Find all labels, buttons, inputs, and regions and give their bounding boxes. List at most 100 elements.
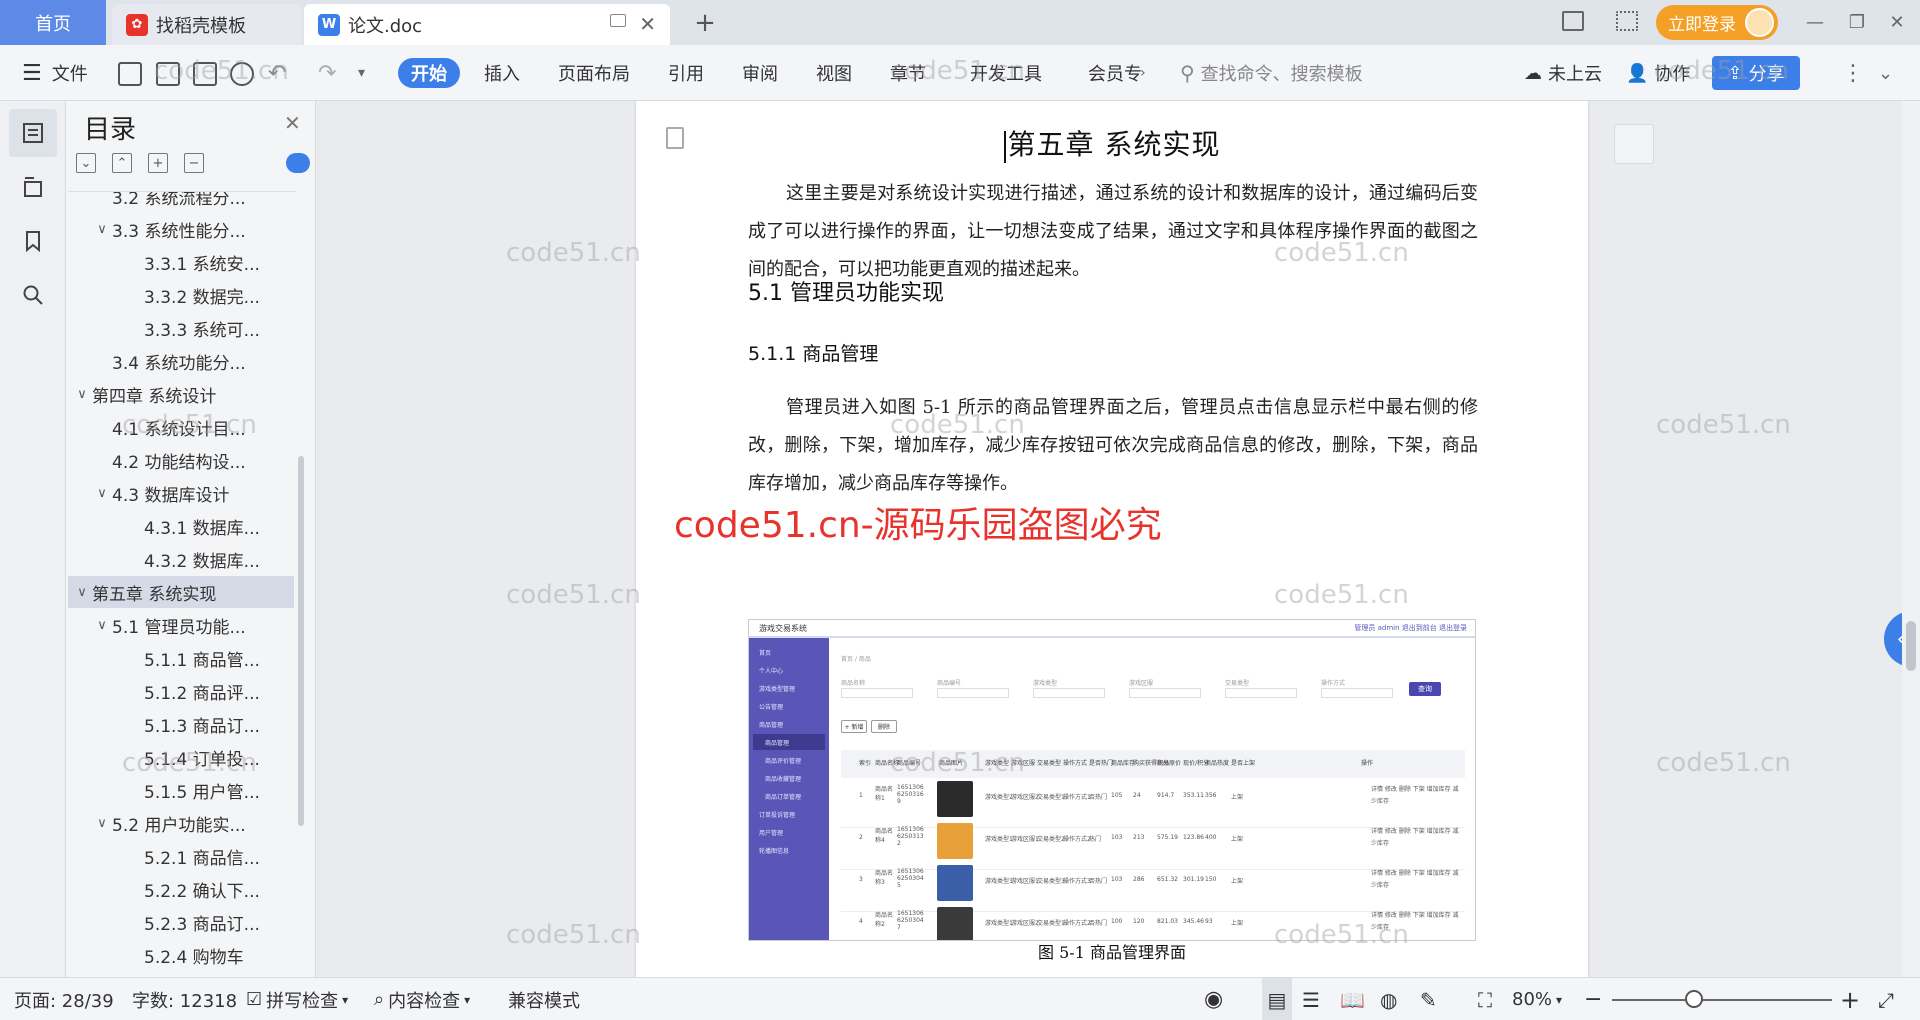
toc-item[interactable]: ∨ 5.2 用户功能实...: [68, 807, 294, 839]
collapse-ribbon-icon[interactable]: ⌄: [1878, 45, 1893, 101]
apps-grid-icon[interactable]: [1616, 11, 1638, 31]
toc-item[interactable]: ∨ 第五章 系统实现: [68, 576, 294, 608]
minimize-button[interactable]: —: [1800, 8, 1830, 36]
collapse-all-icon[interactable]: ⌃: [112, 153, 132, 173]
toc-item[interactable]: 5.2.2 确认下...: [68, 873, 294, 905]
layout-icon[interactable]: [1562, 11, 1584, 31]
page-view-icon[interactable]: ▤: [1262, 978, 1292, 1020]
remove-heading-icon[interactable]: −: [184, 153, 204, 173]
toc-item[interactable]: 3.3.3 系统可...: [68, 312, 294, 344]
figure-menu-item: 个人中心: [759, 667, 784, 675]
toc-item[interactable]: ∨ 第四章 系统设计: [68, 378, 294, 410]
close-window-button[interactable]: ✕: [1882, 8, 1912, 36]
save-icon[interactable]: [118, 62, 142, 86]
toc-panel-button[interactable]: [9, 109, 57, 157]
spell-check-button[interactable]: ☑ 拼写检查 ▾: [246, 978, 348, 1020]
zoom-slider-knob[interactable]: [1685, 990, 1703, 1008]
close-tab-icon[interactable]: ✕: [639, 12, 656, 36]
eye-protection-icon[interactable]: ◉: [1204, 978, 1223, 1020]
chevron-down-icon[interactable]: ∨: [72, 387, 92, 402]
fullscreen-icon[interactable]: ⤢: [1878, 978, 1894, 1020]
toc-item[interactable]: 5.1.3 商品订...: [68, 708, 294, 740]
toc-item[interactable]: 3.3.2 数据完...: [68, 279, 294, 311]
zoom-in-icon[interactable]: +: [1840, 978, 1860, 1020]
document-scrollbar[interactable]: [1902, 101, 1920, 977]
cloud-status-button[interactable]: ☁ 未上云: [1524, 45, 1602, 101]
menu-page-layout[interactable]: 页面布局: [558, 45, 630, 101]
menu-view[interactable]: 视图: [816, 45, 852, 101]
undo-icon[interactable]: ↶: [268, 45, 286, 101]
chevron-down-icon[interactable]: ∨: [92, 618, 112, 633]
menu-developer[interactable]: 开发工具: [970, 45, 1042, 101]
fit-page-icon[interactable]: ⛶: [1478, 978, 1492, 1020]
toc-item[interactable]: 3.4 系统功能分...: [68, 345, 294, 377]
toc-scrollbar[interactable]: [298, 456, 304, 826]
toc-sync-icon[interactable]: [286, 153, 310, 173]
toc-item[interactable]: 4.1 系统设计目...: [68, 411, 294, 443]
page-indicator[interactable]: 页面: 28/39: [14, 978, 114, 1020]
zoom-level-dropdown[interactable]: 80% ▾: [1512, 978, 1562, 1020]
toc-item[interactable]: 5.2.4 购物车: [68, 939, 294, 971]
share-button[interactable]: ⇪ 分享: [1712, 56, 1800, 90]
chevron-down-icon[interactable]: ∨: [92, 816, 112, 831]
toc-item[interactable]: 5.1.2 商品评...: [68, 675, 294, 707]
collab-button[interactable]: 👤 协作: [1626, 45, 1690, 101]
comment-panel-icon[interactable]: [1614, 124, 1654, 164]
more-options-icon[interactable]: ⋮: [1842, 45, 1864, 101]
print-icon[interactable]: [193, 62, 217, 86]
tab-daoke-templates[interactable]: ✿ 找稻壳模板: [112, 4, 302, 45]
side-panel-toggle[interactable]: ‹: [1884, 611, 1902, 667]
web-view-icon[interactable]: ◍: [1380, 978, 1397, 1020]
pen-icon[interactable]: ✎: [1420, 978, 1437, 1020]
menu-chapter[interactable]: 章节: [890, 45, 926, 101]
outline-view-icon[interactable]: ☰: [1302, 978, 1320, 1020]
menu-review[interactable]: 审阅: [742, 45, 778, 101]
toc-item[interactable]: ∨ 3.3 系统性能分...: [68, 213, 294, 245]
redo-icon[interactable]: ↷: [318, 45, 336, 101]
export-icon[interactable]: [156, 62, 180, 86]
add-heading-icon[interactable]: +: [148, 153, 168, 173]
menu-member[interactable]: 会员专: [1088, 45, 1142, 101]
expand-all-icon[interactable]: ⌄: [76, 153, 96, 173]
reading-view-icon[interactable]: 📖: [1340, 978, 1365, 1020]
tab-home[interactable]: 首页: [0, 0, 106, 45]
command-search[interactable]: ⚲ 查找命令、搜索模板: [1180, 59, 1363, 87]
zoom-slider-track[interactable]: [1612, 999, 1832, 1001]
toc-item[interactable]: 5.1.1 商品管...: [68, 642, 294, 674]
restore-button[interactable]: ❐: [1842, 8, 1872, 36]
chapter-nav-button[interactable]: [9, 163, 57, 211]
zoom-out-icon[interactable]: −: [1584, 978, 1602, 1020]
content-check-button[interactable]: ⌕ 内容检查 ▾: [374, 978, 470, 1020]
bookmark-button[interactable]: [9, 217, 57, 265]
toc-item[interactable]: 3.3.1 系统安...: [68, 246, 294, 278]
tab-document[interactable]: W 论文.doc ✕: [304, 4, 670, 45]
new-tab-button[interactable]: +: [688, 4, 722, 42]
toc-item[interactable]: ∨ 5.1 管理员功能...: [68, 609, 294, 641]
find-button[interactable]: [9, 271, 57, 319]
document-page[interactable]: 第五章 系统实现 这里主要是对系统设计实现进行描述，通过系统的设计和数据库的设计…: [636, 101, 1588, 977]
toc-item[interactable]: 5.2.1 商品信...: [68, 840, 294, 872]
chevron-down-icon[interactable]: ∨: [72, 585, 92, 600]
toc-item[interactable]: 3.2 系统流程分...: [68, 192, 294, 212]
toc-item[interactable]: 4.3.2 数据库...: [68, 543, 294, 575]
toc-item[interactable]: ∨ 4.3 数据库设计: [68, 477, 294, 509]
toc-item[interactable]: 5.1.4 订单投...: [68, 741, 294, 773]
word-count[interactable]: 字数: 12318: [132, 978, 237, 1020]
menu-references[interactable]: 引用: [668, 45, 704, 101]
chevron-down-icon[interactable]: ∨: [92, 222, 112, 237]
toc-item[interactable]: 4.3.1 数据库...: [68, 510, 294, 542]
screen-icon[interactable]: [610, 14, 626, 27]
login-button[interactable]: 立即登录: [1656, 5, 1778, 40]
preview-icon[interactable]: [230, 62, 254, 86]
menu-start[interactable]: 开始: [398, 58, 460, 88]
toc-item[interactable]: 5.1.5 用户管...: [68, 774, 294, 806]
scrollbar-thumb[interactable]: [1906, 621, 1916, 671]
close-icon[interactable]: ✕: [284, 111, 301, 135]
toc-item[interactable]: 5.2.3 商品订...: [68, 906, 294, 938]
toc-item[interactable]: 4.2 功能结构设...: [68, 444, 294, 476]
file-menu-button[interactable]: ☰ 文件: [22, 45, 88, 101]
menu-more-icon[interactable]: ›: [1140, 45, 1146, 101]
quick-access-dropdown-icon[interactable]: ▾: [358, 45, 365, 101]
menu-insert[interactable]: 插入: [484, 45, 520, 101]
chevron-down-icon[interactable]: ∨: [92, 486, 112, 501]
